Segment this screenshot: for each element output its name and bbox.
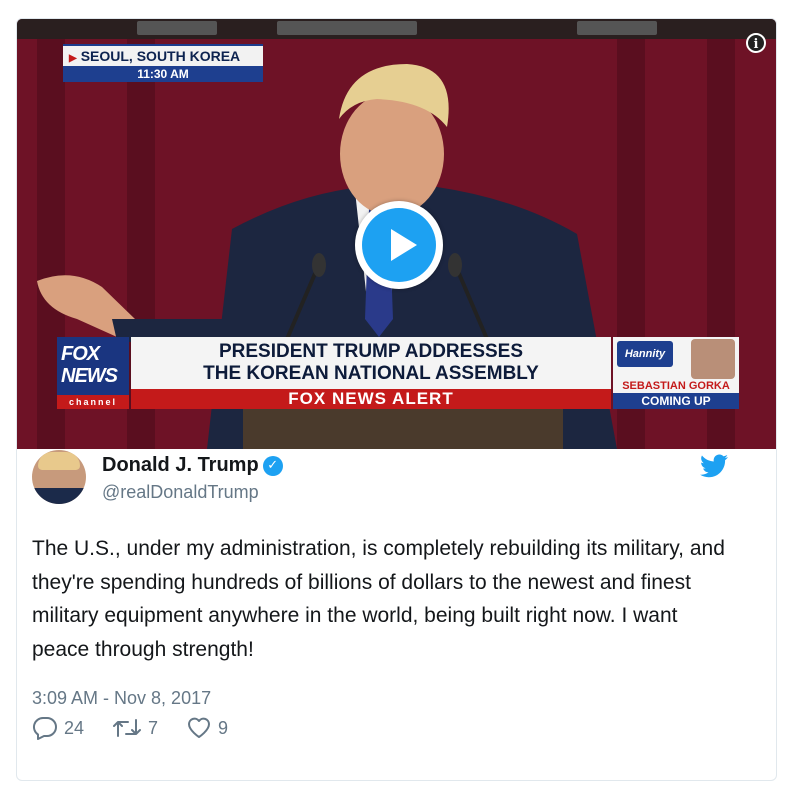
tweet-actions: 24 7 9 — [32, 716, 256, 740]
news-headline: PRESIDENT TRUMP ADDRESSES THE KOREAN NAT… — [131, 337, 611, 389]
guest-photo — [691, 339, 735, 379]
info-icon[interactable]: i — [746, 33, 766, 53]
dateline-graphic: ▶ SEOUL, SOUTH KOREA 11:30 AM — [63, 44, 263, 84]
reply-button[interactable]: 24 — [32, 716, 84, 740]
heart-icon — [188, 717, 211, 738]
play-icon — [362, 208, 436, 282]
tweet-timestamp[interactable]: 3:09 AM - Nov 8, 2017 — [32, 688, 211, 709]
dateline-location: SEOUL, SOUTH KOREA — [80, 48, 241, 64]
guest-name: SEBASTIAN GORKA — [622, 380, 730, 392]
like-count: 9 — [218, 717, 229, 738]
author-handle[interactable]: @realDonaldTrump — [102, 482, 259, 503]
tweet-card[interactable]: ▶ SEOUL, SOUTH KOREA 11:30 AM i FOX NEWS … — [16, 18, 777, 781]
retweet-button[interactable]: 7 — [112, 716, 158, 740]
twitter-bird-icon[interactable] — [700, 454, 728, 478]
video-player[interactable]: ▶ SEOUL, SOUTH KOREA 11:30 AM i FOX NEWS … — [17, 19, 776, 449]
fox-news-logo: FOX NEWS channel — [57, 337, 129, 409]
verified-badge-icon: ✓ — [262, 455, 283, 476]
author-name-row[interactable]: Donald J. Trump ✓ — [102, 454, 283, 477]
dateline-time: 11:30 AM — [63, 66, 263, 82]
podium — [243, 407, 563, 449]
tweet-text: The U.S., under my administration, is co… — [32, 537, 725, 661]
avatar[interactable] — [32, 450, 86, 504]
lower-third-banner: FOX NEWS channel PRESIDENT TRUMP ADDRESS… — [57, 337, 739, 409]
play-button[interactable] — [355, 201, 443, 289]
show-logo: Hannity — [617, 341, 673, 367]
display-name[interactable]: Donald J. Trump — [102, 454, 259, 476]
coming-up-promo: Hannity SEBASTIAN GORKA COMING UP — [613, 337, 739, 409]
play-arrow-icon: ▶ — [69, 53, 77, 64]
retweet-icon — [113, 719, 142, 737]
coming-up-label: COMING UP — [613, 393, 739, 409]
reply-icon — [32, 716, 57, 740]
retweet-count: 7 — [148, 717, 159, 738]
reply-count: 24 — [64, 717, 85, 738]
like-button[interactable]: 9 — [186, 716, 228, 740]
news-alert-bar: FOX NEWS ALERT — [131, 389, 611, 409]
